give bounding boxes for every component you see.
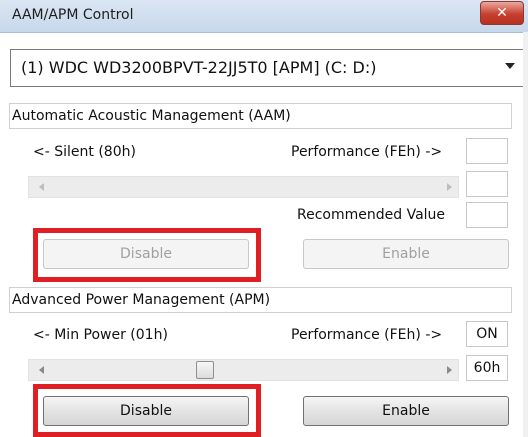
scroll-left-icon[interactable] xyxy=(39,366,44,374)
drive-select[interactable]: (1) WDC WD3200BPVT-22JJ5T0 [APM] (C: D:) xyxy=(10,49,524,87)
aam-max-label: Performance (FEh) -> xyxy=(291,144,443,160)
aam-status-field xyxy=(466,138,508,164)
apm-min-label: <- Min Power (01h) xyxy=(33,327,168,343)
aam-recommended-field xyxy=(466,202,508,228)
apm-disable-highlight-box xyxy=(33,384,261,437)
aam-header-label: Automatic Acoustic Management (AAM) xyxy=(12,108,291,124)
apm-slider-thumb[interactable] xyxy=(196,361,214,379)
apm-enable-button[interactable]: Enable xyxy=(303,396,509,426)
apm-header-label: Advanced Power Management (APM) xyxy=(12,292,271,308)
scroll-left-icon[interactable] xyxy=(39,183,44,191)
aam-min-label: <- Silent (80h) xyxy=(33,144,136,160)
aam-enable-button[interactable]: Enable xyxy=(303,239,509,269)
aam-slider[interactable] xyxy=(28,176,459,198)
window-title: AAM/APM Control xyxy=(12,7,134,23)
apm-max-label: Performance (FEh) -> xyxy=(291,327,443,343)
title-bar[interactable]: AAM/APM Control ✕ xyxy=(0,0,528,33)
aam-group-header: Automatic Acoustic Management (AAM) xyxy=(9,103,512,129)
window-right-border xyxy=(523,32,528,437)
close-button[interactable]: ✕ xyxy=(480,1,524,25)
drive-select-value: (1) WDC WD3200BPVT-22JJ5T0 [APM] (C: D:) xyxy=(21,58,377,77)
aam-disable-highlight-box xyxy=(33,228,261,282)
scroll-right-icon[interactable] xyxy=(447,366,452,374)
scroll-right-icon[interactable] xyxy=(447,183,452,191)
chevron-down-icon xyxy=(505,63,515,69)
apm-current-value-field: 60h xyxy=(466,355,508,381)
aam-apm-control-window: AAM/APM Control ✕ (1) WDC WD3200BPVT-22J… xyxy=(0,0,528,437)
close-icon: ✕ xyxy=(496,5,508,21)
aam-current-value-field xyxy=(466,171,508,197)
apm-status-field: ON xyxy=(466,321,508,347)
apm-slider[interactable] xyxy=(28,359,459,381)
apm-group-header: Advanced Power Management (APM) xyxy=(9,287,512,313)
aam-recommended-label: Recommended Value xyxy=(297,207,446,223)
